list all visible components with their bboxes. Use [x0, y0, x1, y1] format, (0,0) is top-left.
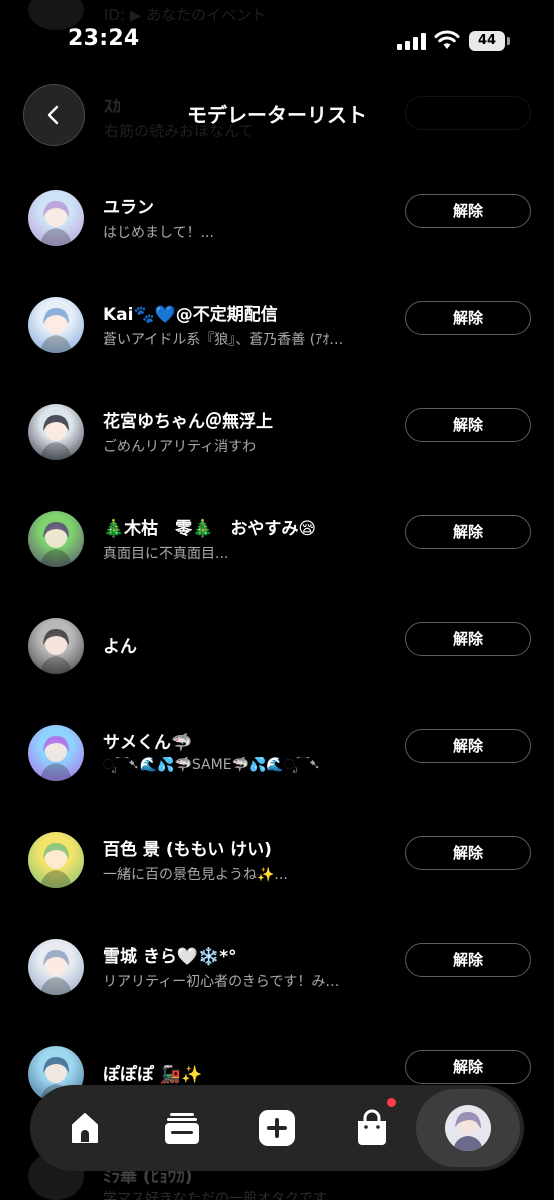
remove-moderator-button[interactable]: 解除	[405, 622, 531, 656]
moderator-row[interactable]: Kai🐾💙@不定期配信蒼いアイドル系『狼』、蒼乃香善 (ｱｵ… 解除	[0, 297, 554, 377]
profile-avatar	[445, 1105, 491, 1151]
moderator-row[interactable]: ユランはじめまして！... 解除	[0, 190, 554, 270]
moderator-subtitle: ごめんリアリティ消すわ	[103, 439, 257, 455]
plus-icon	[259, 1110, 295, 1146]
moderator-row[interactable]: サメくん🦈ೃ⁀➷🌊💦🦈SAME🦈💦🌊ೃ⁀➷ 解除	[0, 725, 554, 805]
wifi-icon	[434, 30, 460, 49]
remove-moderator-button[interactable]: 解除	[405, 515, 531, 549]
moderator-subtitle: ೃ⁀➷🌊💦🦈SAME🦈💦🌊ೃ⁀➷	[103, 757, 321, 773]
moderator-subtitle: 学マス好きなただの一般オタクです	[103, 1191, 327, 1200]
avatar[interactable]	[28, 404, 84, 460]
status-bar: 23:24 44	[0, 0, 554, 84]
moderator-row[interactable]: 雪城 きら🤍❄️*° リアリティー初心者のきらです！み… 解除	[0, 939, 554, 1019]
avatar[interactable]	[28, 297, 84, 353]
notification-dot	[387, 1098, 396, 1107]
moderator-subtitle: 真面目に不真面目...	[103, 546, 229, 562]
nav-profile[interactable]	[416, 1089, 520, 1167]
page-title: モデレーターリスト	[187, 103, 367, 127]
nav-stack[interactable]	[160, 1106, 204, 1150]
avatar[interactable]	[28, 511, 84, 567]
avatar[interactable]	[28, 939, 84, 995]
moderator-name: 🎄木枯 零🎄 おやすみ😪	[103, 519, 317, 539]
moderator-subtitle: 一緒に百の景色見ようね✨...	[103, 867, 288, 883]
moderator-name: Kai🐾💙@不定期配信	[103, 305, 278, 325]
remove-moderator-button[interactable]: 解除	[405, 1050, 531, 1084]
bottom-nav	[30, 1085, 524, 1171]
remove-moderator-button[interactable]: 解除	[405, 194, 531, 228]
battery-icon: 44	[469, 31, 505, 51]
status-time: 23:24	[68, 26, 140, 51]
avatar[interactable]	[28, 618, 84, 674]
avatar[interactable]	[28, 190, 84, 246]
moderator-subtitle: リアリティー初心者のきらです！み…	[103, 974, 340, 990]
moderator-row[interactable]: 🎄木枯 零🎄 おやすみ😪 真面目に不真面目... 解除	[0, 511, 554, 591]
moderator-subtitle: はじめまして！...	[103, 225, 214, 241]
battery-tip	[507, 37, 510, 45]
avatar[interactable]	[28, 832, 84, 888]
nav-create[interactable]	[255, 1106, 299, 1150]
remove-moderator-button[interactable]: 解除	[405, 943, 531, 977]
home-icon	[72, 1113, 98, 1143]
moderator-name: ユラン	[103, 198, 154, 218]
moderator-name: ぽぽぽ 🚂✨	[103, 1065, 203, 1085]
moderator-subtitle: 蒼いアイドル系『狼』、蒼乃香善 (ｱｵ…	[103, 332, 344, 348]
moderator-name: 花宮ゆちゃん＠無浮上	[103, 412, 273, 432]
shopping-bag-icon	[358, 1109, 386, 1145]
moderator-name: サメくん🦈	[103, 733, 193, 753]
moderator-row[interactable]: よん 解除	[0, 618, 554, 698]
remove-moderator-button[interactable]: 解除	[405, 836, 531, 870]
nav-shop[interactable]	[350, 1106, 394, 1150]
moderator-name: よん	[103, 637, 137, 657]
moderator-row[interactable]: 百色 景 (ももい けい) 一緒に百の景色見ようね✨... 解除	[0, 832, 554, 912]
moderator-row[interactable]: 花宮ゆちゃん＠無浮上ごめんリアリティ消すわ 解除	[0, 404, 554, 484]
stacked-cards-icon	[165, 1113, 199, 1144]
avatar[interactable]	[28, 725, 84, 781]
remove-moderator-button[interactable]: 解除	[405, 301, 531, 335]
remove-moderator-button[interactable]: 解除	[405, 408, 531, 442]
remove-moderator-button[interactable]: 解除	[405, 729, 531, 763]
moderator-name: 百色 景 (ももい けい)	[103, 840, 272, 860]
nav-home[interactable]	[63, 1106, 107, 1150]
moderator-name: 雪城 きら🤍❄️*°	[103, 947, 237, 967]
cellular-signal-icon	[397, 32, 427, 50]
